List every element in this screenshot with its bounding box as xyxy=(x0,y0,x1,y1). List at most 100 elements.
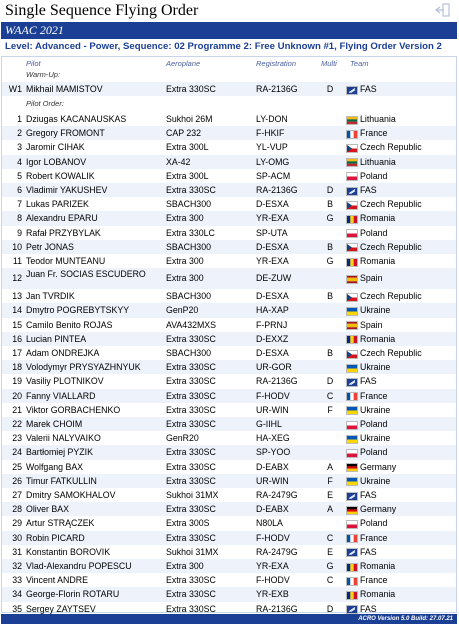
team-name: Czech Republic xyxy=(360,199,422,210)
pilot-name: Dziugas KACANAUSKAS xyxy=(26,114,127,124)
start-number: 30 xyxy=(12,532,22,543)
country-flag-icon xyxy=(346,392,358,402)
page-title: Single Sequence Flying Order xyxy=(5,2,199,19)
registration: YR-EXA xyxy=(256,213,289,224)
table-row[interactable]: 26 Timur FATKULLIN Extra 330SC UR-WIN F Ukrai… xyxy=(2,473,456,488)
start-number: 5 xyxy=(17,170,22,181)
multi-code: C xyxy=(326,532,334,543)
pilot-name: Vlad-Alexandru POPESCU xyxy=(26,561,132,571)
start-number: 15 xyxy=(12,319,22,330)
start-number: 13 xyxy=(12,291,22,302)
table-row[interactable]: 28 Oliver BAX Extra 330SC D-EABX A Germany xyxy=(2,502,456,517)
table-row[interactable]: 30 Robin PICARD Extra 330SC F-HODV C France xyxy=(2,530,456,545)
table-row[interactable]: 11 Teodor MUNTEANU Extra 300 YR-EXA G Romania xyxy=(2,254,456,268)
table-row[interactable]: 24 Bartłomiej PYZIK Extra 330SC SP-YOO Polan… xyxy=(2,445,456,460)
team-name: Ukraine xyxy=(360,362,391,373)
col-header-multi: Multi xyxy=(321,59,337,68)
pilot-name: Oliver BAX xyxy=(26,504,70,515)
pilot-name: Rafał PRZYBYLAK xyxy=(26,227,101,238)
table-row[interactable]: 3 Jaromir CIHAK Extra 300L YL-VUP Czech Repu… xyxy=(2,140,456,154)
pilot-name: Fanny VIALLARD xyxy=(26,390,96,401)
start-number: 27 xyxy=(12,490,22,500)
table-row[interactable]: 23 Valerii NALYVAIKO GenR20 HA-XEG Ukraine xyxy=(2,431,456,445)
table-row[interactable]: 16 Lucian PINTEA Extra 330SC D-EXXZ Romania xyxy=(2,331,456,346)
table-row[interactable]: 29 Artur STRĄCZEK Extra 300S N80LA Poland xyxy=(2,516,456,530)
registration: RA-2136G xyxy=(256,84,298,94)
event-banner: WAAC 2021 xyxy=(1,22,457,39)
start-number: 11 xyxy=(12,256,22,266)
country-flag-icon xyxy=(346,321,358,331)
registration: RA-2479G xyxy=(256,490,298,500)
country-flag-icon xyxy=(346,434,358,444)
table-row[interactable]: 12 Juan Fr. SOCIAS ESCUDERO Extra 300 DE-ZU… xyxy=(2,268,456,290)
pilot-name: Petr JONAS xyxy=(26,241,74,252)
table-row[interactable]: 22 Marek CHOIM Extra 330SC G-IIHL Poland xyxy=(2,417,456,432)
table-row[interactable]: 33 Vincent ANDRE Extra 330SC F-HODV C France xyxy=(2,573,456,587)
pilot-name: Marek CHOIM xyxy=(26,419,83,429)
start-number: 21 xyxy=(12,404,22,415)
table-row[interactable]: 25 Wolfgang BAX Extra 330SC D-EABX A Germany xyxy=(2,460,456,474)
team-name: Romania xyxy=(360,213,396,224)
table-row[interactable]: 6 Vladimir YAKUSHEV Extra 330SC RA-2136G D FA… xyxy=(2,183,456,198)
pilot-name: Vladimir YAKUSHEV xyxy=(26,185,108,195)
team-name: Ukraine xyxy=(360,475,391,486)
table-row[interactable]: 34 George-Florin ROTARU Extra 330SC YR-EXB R… xyxy=(2,587,456,602)
start-number: 22 xyxy=(12,419,22,429)
table-row[interactable]: 10 Petr JONAS SBACH300 D-ESXA B Czech Republi… xyxy=(2,239,456,254)
table-row[interactable]: 32 Vlad-Alexandru POPESCU Extra 300 YR-EXA G… xyxy=(2,559,456,574)
start-number: 25 xyxy=(12,461,22,472)
multi-code: C xyxy=(326,390,334,401)
table-row[interactable]: 5 Robert KOWALIK Extra 300L SP-ACM Poland xyxy=(2,169,456,183)
table-row[interactable]: 1 Dziugas KACANAUSKAS Sukhoi 26M LY-DON Lith… xyxy=(2,112,456,126)
table-row[interactable]: 4 Igor LOBANOV XA-42 LY-OMG Lithuania xyxy=(2,154,456,169)
aeroplane: Extra 300 xyxy=(166,213,204,224)
team-name: FAS xyxy=(360,376,377,387)
aeroplane: Extra 300L xyxy=(166,142,209,153)
registration: LY-OMG xyxy=(256,156,290,167)
aeroplane: Extra 330SC xyxy=(166,362,216,373)
table-row[interactable]: 20 Fanny VIALLARD Extra 330SC F-HODV C France xyxy=(2,388,456,403)
pilot-name: Viktor GORBACHENKO xyxy=(26,404,121,415)
registration: D-ESXA xyxy=(256,348,289,358)
country-flag-icon xyxy=(346,420,358,430)
table-row[interactable]: 14 Dmytro POGREBYTSKYY GenP20 HA-XAP Ukraine xyxy=(2,303,456,318)
multi-code: D xyxy=(326,376,334,387)
country-flag-icon xyxy=(346,605,358,615)
table-row[interactable]: 2 Gregory FROMONT CAP 232 F-HKIF France xyxy=(2,126,456,141)
multi-code: B xyxy=(327,291,333,302)
team-name: Poland xyxy=(360,419,388,429)
exit-icon[interactable] xyxy=(435,3,451,17)
table-row[interactable]: 13 Jan TVRDIK SBACH300 D-ESXA B Czech Republi… xyxy=(2,289,456,303)
table-row[interactable]: 31 Konstantin BOROVIK Sukhoi 31MX RA-2479G E… xyxy=(2,545,456,559)
table-row[interactable]: 8 Alexandru EPARU Extra 300 YR-EXA G Romania xyxy=(2,211,456,226)
table-row[interactable]: 21 Viktor GORBACHENKO Extra 330SC UR-WIN F Uk… xyxy=(2,403,456,417)
registration: N80LA xyxy=(256,518,283,529)
country-flag-icon xyxy=(346,200,358,210)
table-row[interactable]: 27 Dmitry SAMOKHALOV Sukhoi 31MX RA-2479G E F… xyxy=(2,488,456,502)
multi-code: G xyxy=(326,213,334,224)
team-name: FAS xyxy=(360,490,377,500)
table-row[interactable]: 18 Volodymyr PRYSYAZHNYUK Extra 330SC UR-GO… xyxy=(2,360,456,375)
pilot-name: Lukas PARIZEK xyxy=(26,199,89,210)
team-name: Lithuania xyxy=(360,156,396,167)
table-row[interactable]: 9 Rafał PRZYBYLAK Extra 330LC SP-UTA Poland xyxy=(2,226,456,240)
team-name: France xyxy=(360,128,388,139)
team-name: Romania xyxy=(360,561,396,571)
registration: D-EXXZ xyxy=(256,333,289,344)
table-row[interactable]: 15 Camilo Benito ROJAS AVA432MXS F-PRNJ Spai… xyxy=(2,318,456,332)
multi-code: A xyxy=(327,461,333,472)
table-row[interactable]: W1 Mikhail MAMISTOV Extra 330SC RA-2136G D FA… xyxy=(2,82,456,96)
start-number: 26 xyxy=(12,475,22,486)
team-name: Spain xyxy=(360,273,383,284)
start-number: 24 xyxy=(12,447,22,458)
registration: RA-2479G xyxy=(256,546,298,557)
country-flag-icon xyxy=(346,292,358,302)
aeroplane: CAP 232 xyxy=(166,128,202,139)
registration: RA-2136G xyxy=(256,376,298,387)
pilot-name: Lucian PINTEA xyxy=(26,333,87,344)
registration: UR-WIN xyxy=(256,475,289,486)
table-row[interactable]: 17 Adam ONDREJKA SBACH300 D-ESXA B Czech Repu… xyxy=(2,346,456,360)
table-row[interactable]: 19 Vasiliy PLOTNIKOV Extra 330SC RA-2136G D F… xyxy=(2,374,456,388)
table-row[interactable]: 7 Lukas PARIZEK SBACH300 D-ESXA B Czech Repub… xyxy=(2,197,456,211)
team-name: Romania xyxy=(360,333,396,344)
